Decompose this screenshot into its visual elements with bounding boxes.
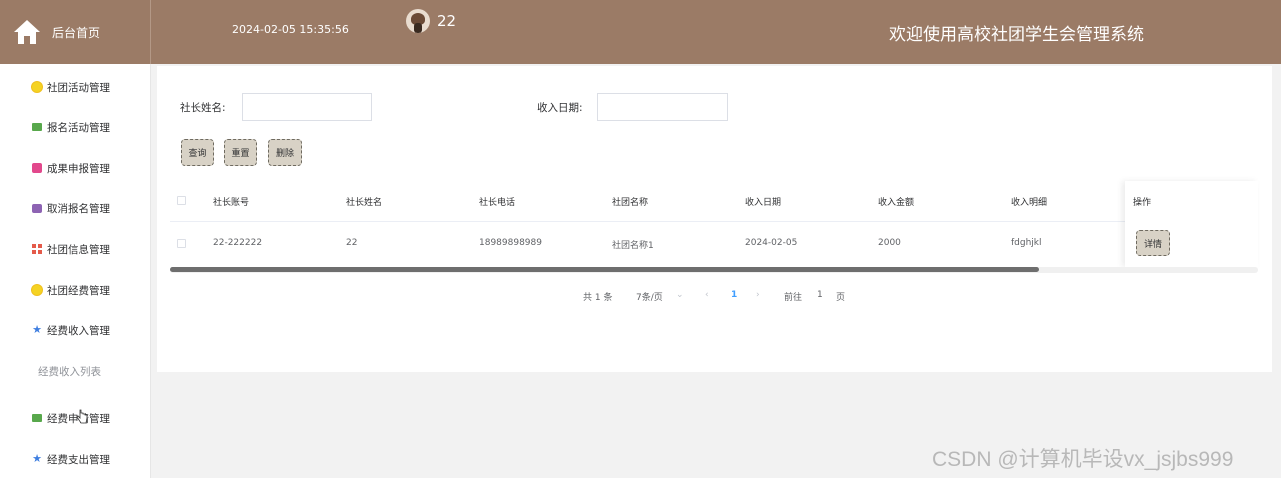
sidebar-item-club-activity[interactable]: 社团活动管理 (0, 75, 151, 99)
sun-icon (32, 82, 42, 92)
column-header: 社长电话 (479, 198, 516, 208)
sidebar-item-label: 社团经费管理 (47, 284, 110, 297)
delete-button[interactable]: 删除 (268, 139, 302, 166)
purple-box-icon (32, 203, 42, 213)
pagination-total: 共 1 条 (583, 293, 613, 303)
column-header: 操作 (1133, 198, 1152, 208)
sidebar-item-label: 成果申报管理 (47, 162, 110, 175)
reset-button[interactable]: 重置 (224, 139, 257, 166)
sidebar-item-label: 经费收入管理 (47, 324, 110, 337)
cell-detail: fdghjkl (1011, 238, 1042, 248)
cell-name: 22 (346, 238, 358, 248)
column-header: 收入金额 (878, 198, 915, 208)
column-header: 社长姓名 (346, 198, 383, 208)
president-name-label: 社长姓名: (180, 102, 226, 114)
sidebar-item-club-funds[interactable]: 社团经费管理 (0, 278, 151, 302)
top-header: 后台首页 2024-02-05 15:35:56 22 欢迎使用高校社团学生会管… (0, 0, 1281, 64)
sidebar-item-signup-activity[interactable]: 报名活动管理 (0, 115, 151, 139)
header-divider (170, 221, 1258, 222)
cell-phone: 18989898989 (479, 238, 542, 248)
detail-button[interactable]: 详情 (1136, 230, 1170, 256)
sidebar-subitem-fund-income-list[interactable]: 经费收入列表 (0, 359, 151, 383)
sidebar-item-label: 经费支出管理 (47, 453, 110, 466)
chevron-down-icon[interactable]: ⌄ (676, 290, 684, 300)
next-page-button[interactable]: › (756, 290, 760, 300)
income-date-input[interactable] (597, 93, 728, 121)
page-number[interactable]: 1 (731, 290, 737, 300)
income-date-label: 收入日期: (537, 102, 583, 114)
sidebar-item-fund-income[interactable]: ★ 经费收入管理 (0, 318, 151, 342)
sidebar-item-fund-expense[interactable]: ★ 经费支出管理 (0, 447, 151, 471)
goto-label: 前往 (784, 293, 803, 303)
hand-cursor-icon (76, 409, 88, 424)
current-datetime: 2024-02-05 15:35:56 (232, 23, 349, 36)
row-checkbox[interactable] (177, 239, 186, 248)
sidebar-item-cancel-signup[interactable]: 取消报名管理 (0, 196, 151, 220)
sidebar-item-club-info[interactable]: 社团信息管理 (0, 237, 151, 261)
sun-icon (32, 285, 42, 295)
home-icon (14, 20, 40, 44)
green-message-icon (32, 414, 42, 422)
green-message-icon (32, 123, 42, 131)
horizontal-scrollbar-thumb[interactable] (170, 267, 1039, 272)
sidebar-item-label: 社团活动管理 (47, 81, 110, 94)
sidebar-item-label: 报名活动管理 (47, 121, 110, 134)
system-title: 欢迎使用高校社团学生会管理系统 (889, 25, 1144, 45)
avatar[interactable] (406, 9, 430, 33)
grid-icon (32, 244, 42, 254)
column-header: 收入明细 (1011, 198, 1048, 208)
sidebar-item-label: 社团信息管理 (47, 243, 110, 256)
goto-page-input[interactable]: 1 (817, 290, 823, 300)
watermark: CSDN @计算机毕设vx_jsjbs999 (932, 448, 1234, 471)
star-icon: ★ (32, 452, 42, 465)
star-icon: ★ (32, 323, 42, 336)
column-header: 收入日期 (745, 198, 782, 208)
column-header: 社长账号 (213, 198, 250, 208)
column-header: 社团名称 (612, 198, 649, 208)
prev-page-button[interactable]: ‹ (705, 290, 709, 300)
president-name-input[interactable] (242, 93, 372, 121)
home-label: 后台首页 (52, 25, 101, 40)
query-button[interactable]: 查询 (181, 139, 214, 166)
page-size-select[interactable]: 7条/页 (636, 290, 663, 303)
cell-account: 22-222222 (213, 238, 263, 248)
main-panel: 社长姓名: 收入日期: 查询 重置 删除 社长账号 社长姓名 社长电话 社团名称… (157, 66, 1272, 372)
sidebar-item-achievement[interactable]: 成果申报管理 (0, 156, 151, 180)
username[interactable]: 22 (437, 12, 456, 30)
cell-club: 社团名称1 (612, 241, 654, 251)
sidebar-item-label: 取消报名管理 (47, 202, 110, 215)
sidebar-item-label: 经费收入列表 (38, 365, 101, 378)
home-link[interactable]: 后台首页 (0, 0, 151, 64)
pink-doc-icon (32, 163, 42, 173)
select-all-checkbox[interactable] (177, 196, 186, 205)
sidebar-menu: 社团活动管理 报名活动管理 成果申报管理 取消报名管理 社团信息管理 社团经费管… (0, 64, 151, 478)
cell-date: 2024-02-05 (745, 238, 798, 248)
cell-amount: 2000 (878, 238, 901, 248)
page-unit-label: 页 (836, 293, 846, 303)
